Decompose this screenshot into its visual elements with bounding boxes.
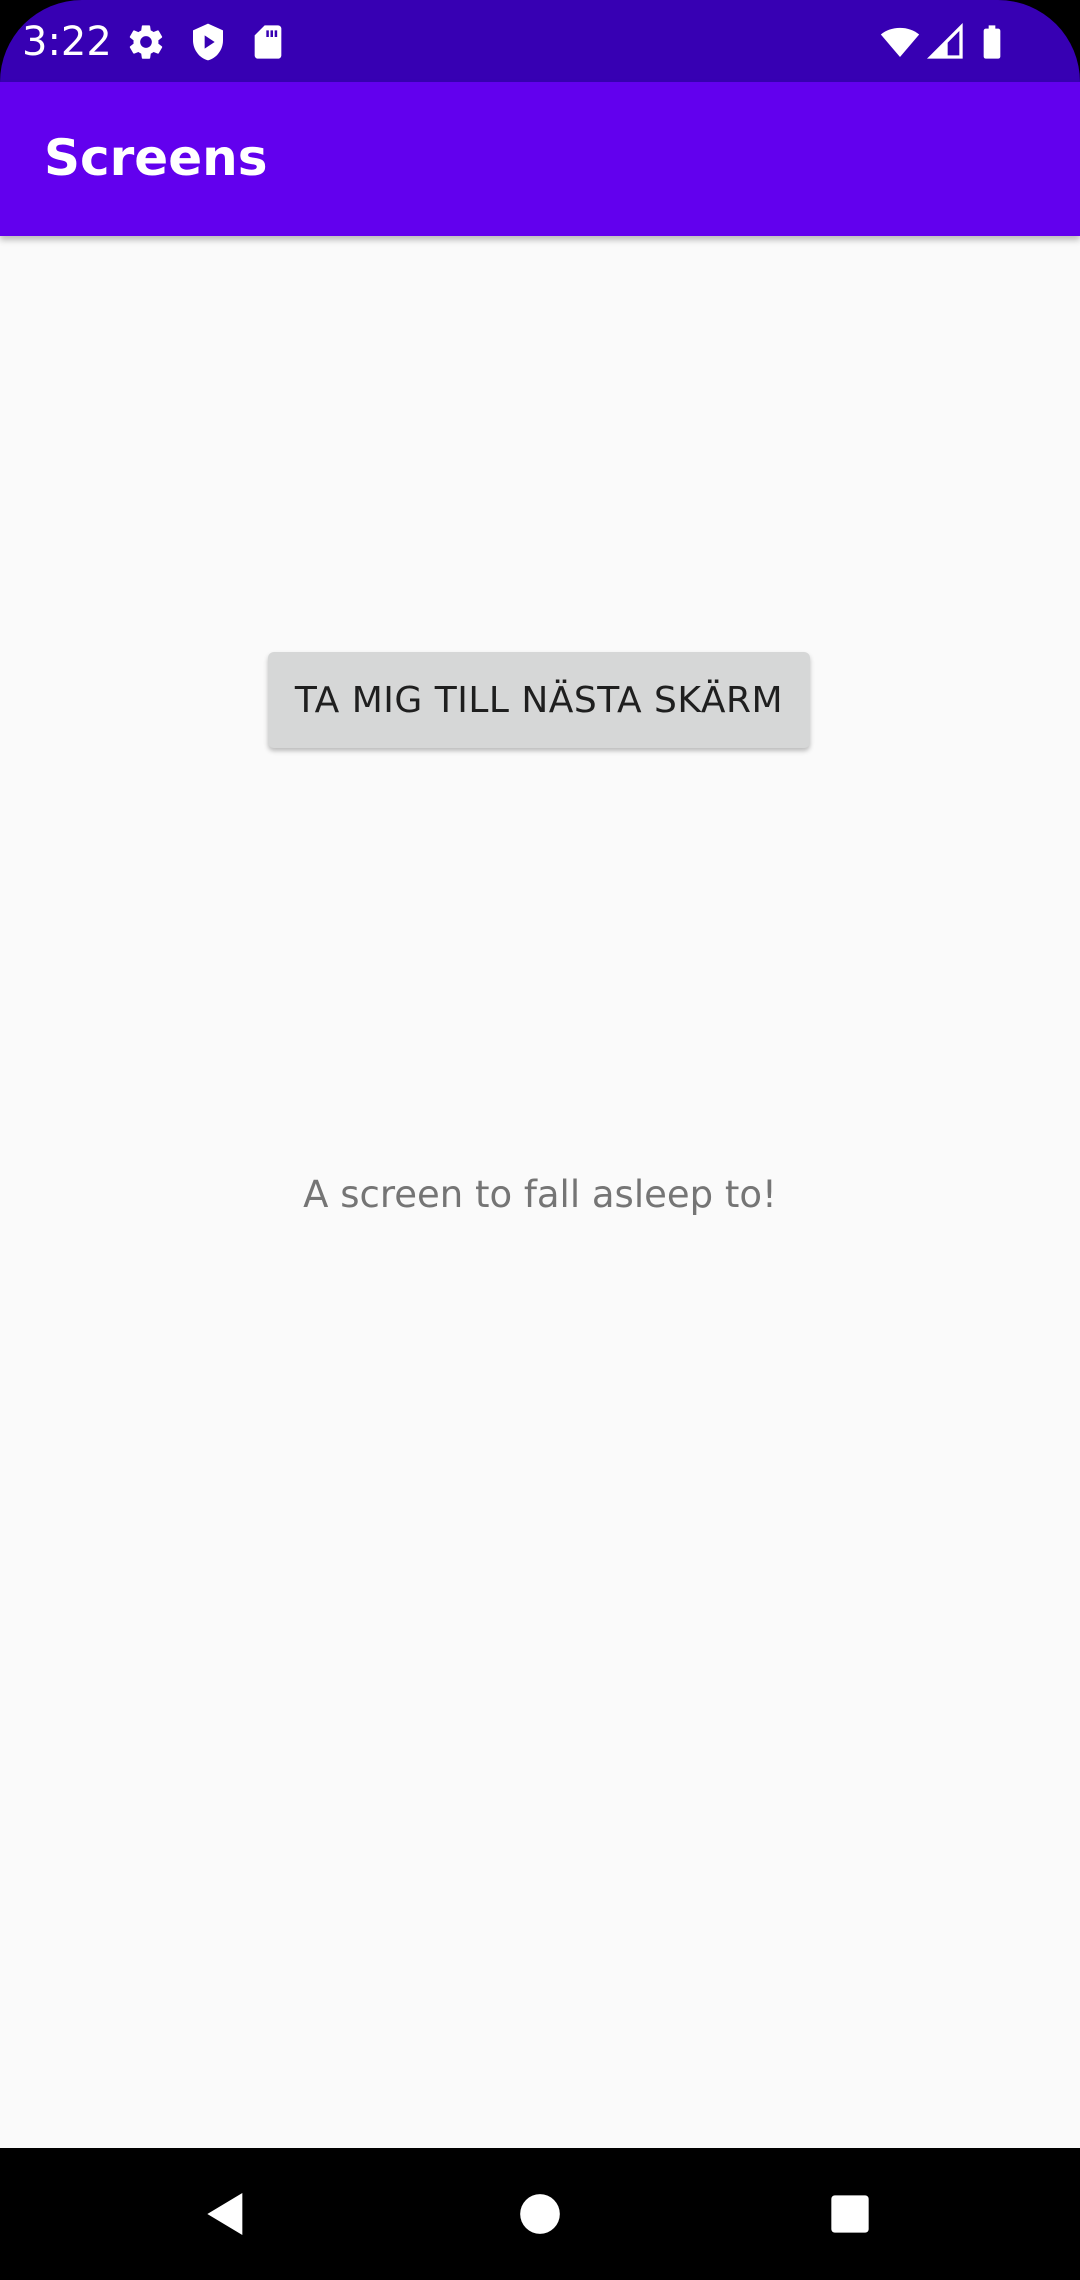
recents-icon[interactable] (810, 2174, 890, 2254)
gear-icon (126, 22, 166, 62)
back-icon[interactable] (186, 2174, 266, 2254)
app-title: Screens (44, 129, 268, 187)
device-screen: 3:22 Screens TA MIG TILL NÄSTA SKÄRM A s… (0, 0, 1080, 2280)
battery-icon (972, 22, 1012, 62)
screen-caption: A screen to fall asleep to! (303, 1173, 777, 1216)
wifi-icon (880, 22, 920, 62)
app-bar: Screens (0, 82, 1080, 236)
status-bar: 3:22 (0, 0, 1080, 82)
cell-signal-icon (926, 22, 966, 62)
status-time: 3:22 (22, 19, 112, 65)
sd-card-icon (248, 22, 288, 62)
navigation-bar (0, 2148, 1080, 2280)
home-icon[interactable] (500, 2174, 580, 2254)
shield-play-icon (188, 22, 228, 62)
next-screen-button[interactable]: TA MIG TILL NÄSTA SKÄRM (268, 652, 810, 748)
main-content: TA MIG TILL NÄSTA SKÄRM A screen to fall… (0, 236, 1080, 2148)
